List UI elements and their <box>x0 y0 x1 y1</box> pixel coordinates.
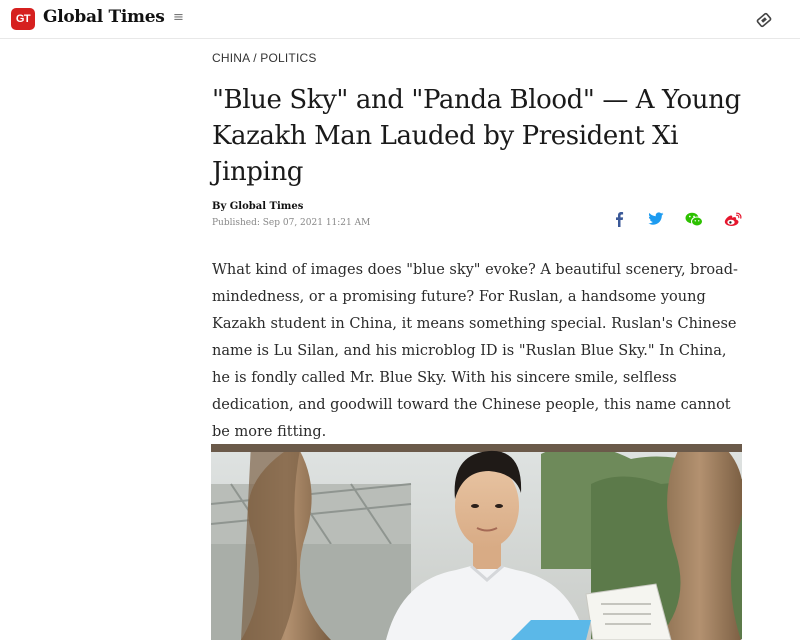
twitter-icon[interactable] <box>647 210 665 228</box>
global-times-logo[interactable]: GT <box>11 8 35 30</box>
top-navigation-bar: GT Global Times ≡ <box>0 0 800 39</box>
ticket-icon[interactable] <box>755 11 773 29</box>
facebook-icon[interactable] <box>610 210 628 228</box>
weibo-icon[interactable] <box>724 210 742 228</box>
article-headline: "Blue Sky" and "Panda Blood" — A Young K… <box>212 85 741 187</box>
article-published-date: Published: Sep 07, 2021 11:21 AM <box>212 218 371 228</box>
article-category-breadcrumb[interactable]: CHINA / POLITICS <box>212 51 317 65</box>
article-photo[interactable] <box>211 444 742 640</box>
brand-name[interactable]: Global Times <box>43 7 165 27</box>
article-lead-paragraph: What kind of images does "blue sky" evok… <box>212 262 738 440</box>
wechat-icon[interactable] <box>685 210 703 228</box>
article-byline: By Global Times <box>212 201 304 212</box>
hamburger-menu-icon[interactable]: ≡ <box>173 11 185 25</box>
